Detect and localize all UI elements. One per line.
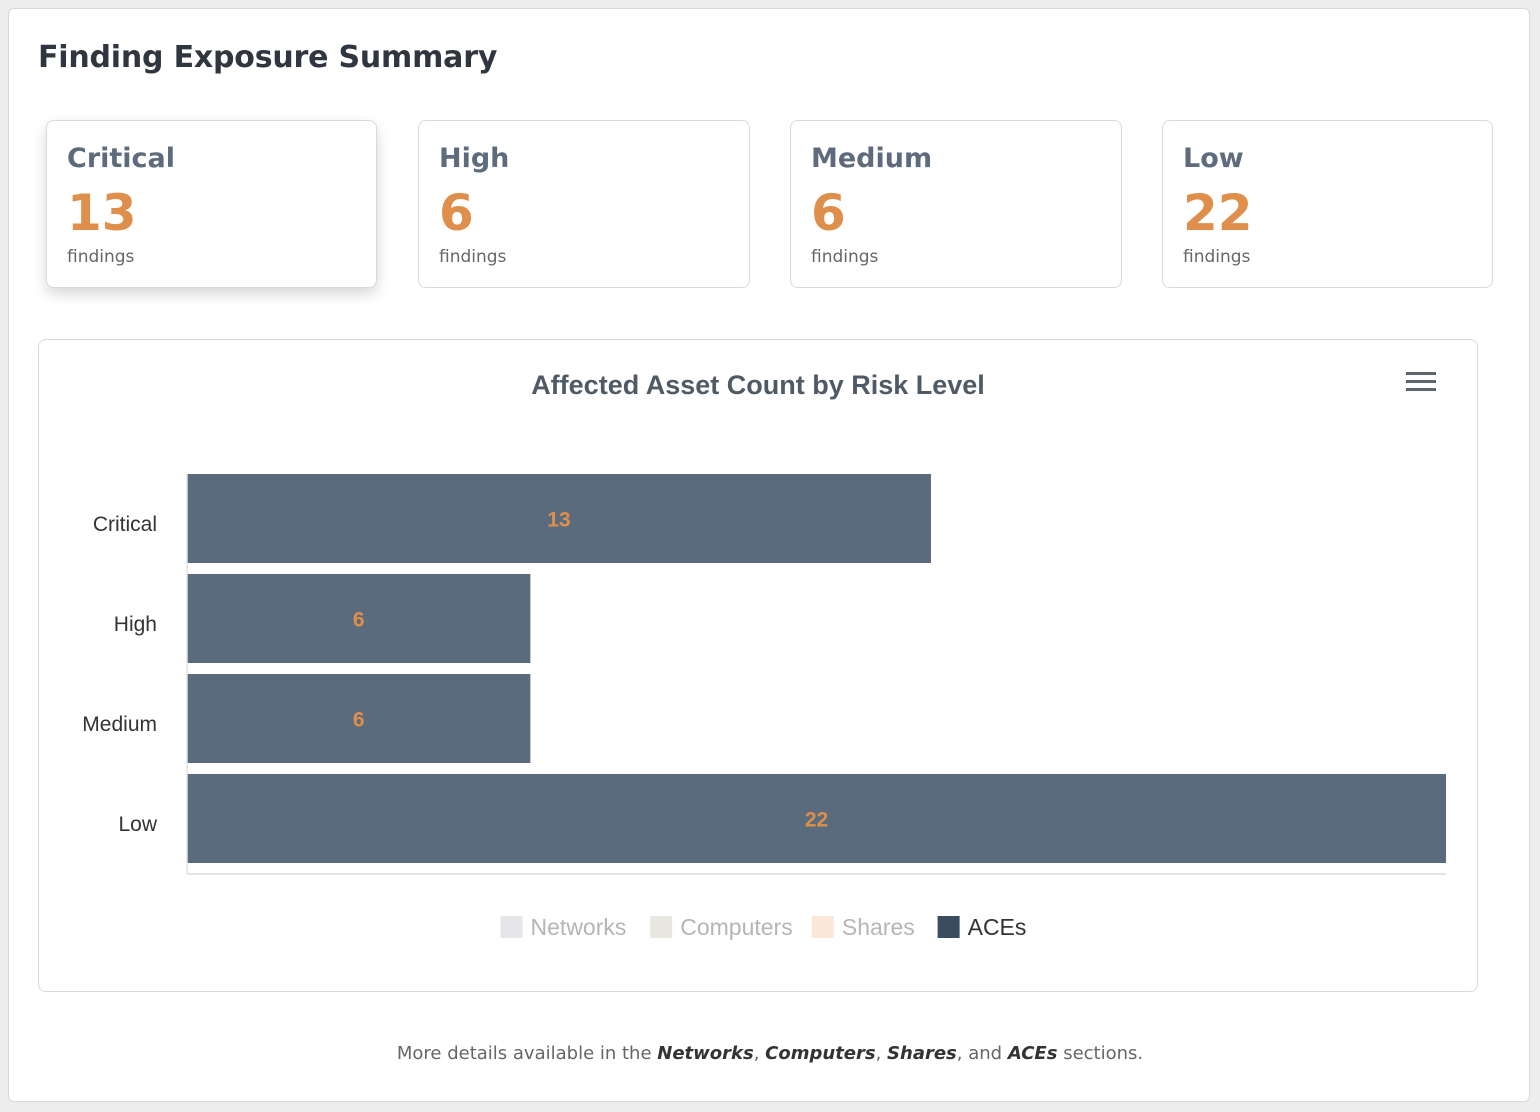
card-label: High <box>439 143 510 174</box>
card-label: Medium <box>811 143 933 174</box>
card-label: Critical <box>67 143 176 174</box>
data-label: 13 <box>547 509 570 532</box>
card-unit: findings <box>67 247 135 267</box>
category-label: Medium <box>82 713 157 736</box>
aces-link: ACEs <box>1007 1043 1058 1064</box>
data-label: 6 <box>353 609 365 632</box>
low-card[interactable]: Low 22 findings <box>1162 120 1493 288</box>
card-unit: findings <box>1183 247 1251 267</box>
legend-swatch <box>650 916 673 938</box>
legend-swatch <box>811 916 834 938</box>
page-title: Finding Exposure Summary <box>38 40 498 75</box>
medium-card[interactable]: Medium 6 findings <box>790 120 1122 288</box>
card-unit: findings <box>811 247 879 267</box>
shares-link: Shares <box>887 1043 957 1064</box>
card-label: Low <box>1183 143 1244 174</box>
critical-card[interactable]: Critical 13 findings <box>46 120 377 288</box>
legend-swatch <box>937 916 960 938</box>
footer-prefix: More details available in the <box>396 1043 652 1064</box>
card-unit: findings <box>439 247 507 267</box>
bar-chart: Critical 13 High 6 Medium 6 Low 22 Networks Compu… <box>82 474 1446 940</box>
category-label: High <box>114 613 157 636</box>
card-count: 6 <box>439 184 474 242</box>
legend-label: Networks <box>531 914 627 940</box>
networks-link: Networks <box>657 1043 754 1064</box>
data-label: 6 <box>353 709 365 732</box>
legend-label: Computers <box>680 914 792 940</box>
footer-note: More details available in the Networks, … <box>396 1043 1144 1064</box>
high-card[interactable]: High 6 findings <box>418 120 750 288</box>
card-count: 6 <box>811 184 846 242</box>
chart-card: Affected Asset Count by Risk Level Criti… <box>38 339 1478 992</box>
card-count: 13 <box>67 184 137 242</box>
legend-label: Shares <box>842 914 915 940</box>
data-label: 22 <box>805 809 828 832</box>
computers-link: Computers <box>765 1043 876 1064</box>
legend-label: ACEs <box>968 914 1027 940</box>
category-label: Low <box>118 813 157 836</box>
footer-and: and <box>968 1043 1003 1064</box>
legend-swatch <box>500 916 523 938</box>
category-label: Critical <box>93 513 157 536</box>
footer-suffix: sections. <box>1063 1043 1144 1064</box>
card-count: 22 <box>1183 184 1253 242</box>
